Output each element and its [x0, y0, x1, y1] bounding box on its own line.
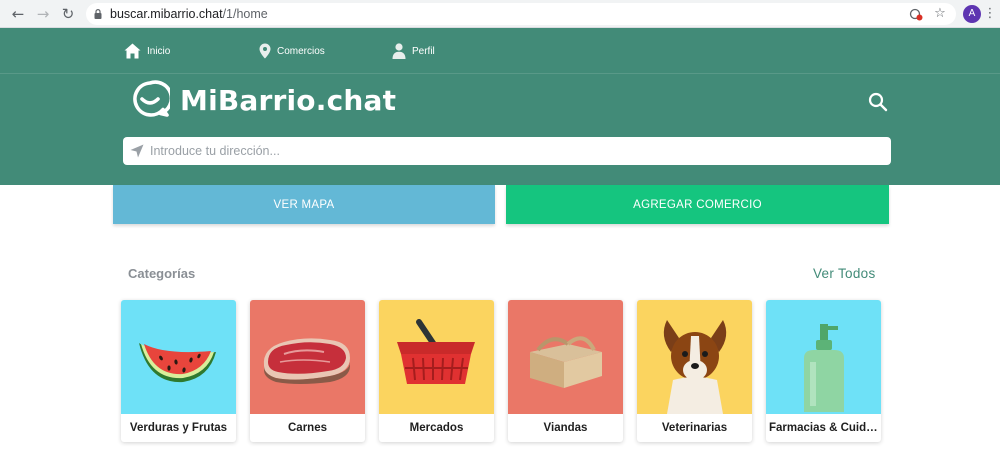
steak-icon	[263, 338, 350, 384]
url-path: /1/home	[222, 7, 268, 21]
category-label: Carnes	[288, 422, 327, 434]
bookmark-star-icon[interactable]: ☆	[930, 4, 950, 24]
view-map-button[interactable]: VER MAPA	[113, 185, 495, 224]
forward-arrow-icon[interactable]: →	[33, 4, 53, 24]
category-image	[508, 300, 623, 414]
nav-item-perfil[interactable]: Perfil	[392, 28, 435, 74]
category-label: Veterinarias	[661, 422, 728, 434]
lock-icon	[94, 9, 102, 19]
url-host: buscar.mibarrio.chat	[110, 7, 223, 21]
site-header: Inicio Comercios Perfil MiBarrio.chat	[0, 28, 1000, 185]
menu-dots-icon[interactable]: ⋮	[983, 4, 997, 24]
nav-label-comercios: Comercios	[277, 45, 325, 57]
category-label: Mercados	[409, 422, 464, 434]
profile-avatar[interactable]: A	[963, 5, 981, 23]
category-card-farmacias[interactable]: Farmacias & Cuidado	[766, 300, 881, 442]
category-label: Viandas	[543, 422, 588, 434]
category-image	[379, 300, 494, 414]
address-search-box[interactable]	[123, 137, 891, 165]
nav-item-comercios[interactable]: Comercios	[259, 28, 325, 74]
category-card-viandas[interactable]: Viandas	[508, 300, 623, 442]
category-image	[637, 300, 752, 414]
address-bar[interactable]: buscar.mibarrio.chat/1/home	[86, 3, 956, 25]
nav-label-perfil: Perfil	[412, 45, 435, 57]
category-image	[121, 300, 236, 414]
basket-icon	[397, 319, 475, 384]
category-card-verduras[interactable]: Verduras y Frutas	[121, 300, 236, 442]
person-icon	[392, 43, 406, 59]
nav-item-inicio[interactable]: Inicio	[124, 28, 170, 74]
chat-bubble-logo-icon	[133, 80, 170, 117]
category-card-mercados[interactable]: Mercados	[379, 300, 494, 442]
watermelon-icon	[139, 343, 216, 383]
home-icon	[124, 43, 141, 59]
category-label: Verduras y Frutas	[129, 422, 228, 434]
category-card-carnes[interactable]: Carnes	[250, 300, 365, 442]
nav-label-inicio: Inicio	[147, 45, 171, 57]
brand-logo[interactable]: MiBarrio.chat	[130, 80, 396, 120]
add-business-button[interactable]: AGREGAR COMERCIO	[506, 185, 889, 224]
category-image	[766, 300, 881, 414]
search-button[interactable]	[868, 92, 890, 114]
site-settings-icon[interactable]	[906, 4, 926, 24]
dog-icon	[663, 320, 727, 414]
navigation-arrow-icon	[130, 144, 144, 158]
brand-name: MiBarrio.chat	[180, 83, 397, 117]
box-icon	[530, 336, 602, 388]
top-navigation: Inicio Comercios Perfil	[0, 28, 1000, 74]
see-all-link[interactable]: Ver Todos	[813, 266, 876, 281]
category-image	[250, 300, 365, 414]
browser-toolbar: ← → ↻ buscar.mibarrio.chat/1/home ☆ A ⋮	[0, 0, 1000, 28]
category-card-veterinarias[interactable]: Veterinarias	[637, 300, 752, 442]
back-arrow-icon[interactable]: ←	[8, 4, 28, 24]
category-label: Farmacias & Cuidado	[769, 422, 881, 434]
url-text: buscar.mibarrio.chat/1/home	[110, 7, 268, 21]
address-input[interactable]	[150, 144, 850, 158]
pump-bottle-icon	[804, 324, 844, 412]
categories-heading: Categorías	[128, 266, 196, 281]
reload-icon[interactable]: ↻	[58, 4, 78, 24]
search-icon	[868, 92, 888, 112]
location-pin-icon	[259, 43, 271, 59]
